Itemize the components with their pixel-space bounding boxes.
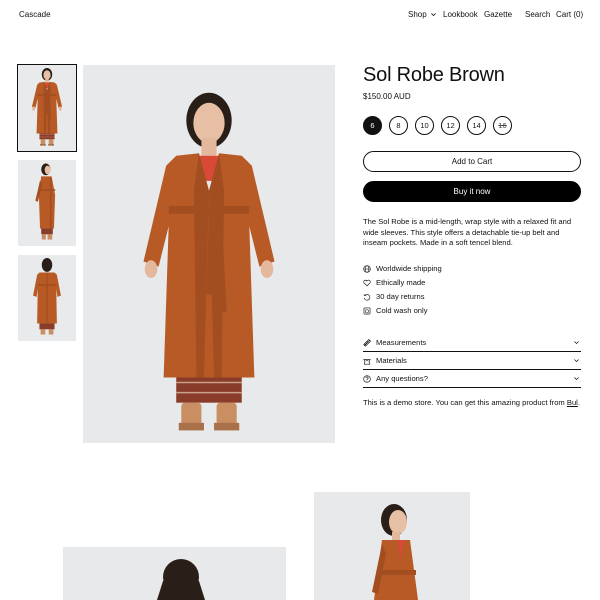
size-option-14[interactable]: 14 [467, 116, 486, 135]
nav-search[interactable]: Search [525, 10, 550, 19]
nav-shop[interactable]: Shop [408, 10, 437, 19]
accordion-label: Any questions? [376, 374, 428, 383]
chevron-down-icon [574, 359, 579, 363]
thumbnail-back[interactable] [18, 255, 76, 341]
product-photo-side [18, 160, 76, 246]
lookbook-image-side[interactable] [314, 492, 470, 600]
product-description: The Sol Robe is a mid-length, wrap style… [363, 217, 572, 247]
product-photo-back [18, 255, 76, 341]
nav-gazette[interactable]: Gazette [484, 10, 512, 19]
heart-icon [363, 279, 371, 286]
nav-shop-label: Shop [408, 10, 427, 19]
feature-ethically-made: Ethically made [363, 278, 425, 287]
product-photo-front [18, 65, 76, 151]
lookbook-image-back[interactable] [63, 547, 286, 600]
accordion-questions[interactable]: Any questions? [363, 370, 581, 388]
accordion-measurements[interactable]: Measurements [363, 334, 581, 352]
size-option-10[interactable]: 10 [415, 116, 434, 135]
demo-text: This is a demo store. You can get this a… [363, 398, 567, 407]
feature-label: 30 day returns [376, 292, 425, 301]
chevron-down-icon [574, 377, 579, 381]
feature-label: Cold wash only [376, 306, 428, 315]
thumbnail-front[interactable] [17, 64, 77, 152]
add-to-cart-button[interactable]: Add to Cart [363, 151, 581, 172]
buy-now-button[interactable]: Buy it now [363, 181, 581, 202]
size-option-12[interactable]: 12 [441, 116, 460, 135]
product-photo-main [83, 65, 335, 443]
wash-icon [363, 307, 371, 314]
size-option-8[interactable]: 8 [389, 116, 408, 135]
feature-cold-wash: Cold wash only [363, 306, 428, 315]
nav-lookbook[interactable]: Lookbook [443, 10, 478, 19]
demo-store-notice: This is a demo store. You can get this a… [363, 398, 580, 407]
lookbook-photo-side [314, 492, 470, 600]
demo-end: . [577, 398, 580, 407]
accordion-label: Measurements [376, 338, 427, 347]
globe-icon [363, 264, 371, 273]
site-logo[interactable]: Cascade [19, 10, 51, 19]
nav-cart[interactable]: Cart (0) [556, 10, 583, 19]
ruler-icon [363, 338, 371, 347]
lookbook-photo-back [63, 547, 286, 600]
size-selector: 6 8 10 12 14 16 [363, 116, 512, 135]
accordion-label: Materials [376, 356, 407, 365]
product-title: Sol Robe Brown [363, 64, 505, 86]
feature-returns: 30 day returns [363, 292, 425, 301]
site-header: Cascade Shop Lookbook Gazette Search Car… [0, 0, 600, 30]
return-icon [363, 293, 371, 301]
size-option-16-sold-out[interactable]: 16 [493, 116, 512, 135]
thumbnail-side[interactable] [18, 160, 76, 246]
accordion-materials[interactable]: Materials [363, 352, 581, 370]
feature-worldwide-shipping: Worldwide shipping [363, 264, 442, 273]
size-option-6[interactable]: 6 [363, 116, 382, 135]
chevron-down-icon [430, 13, 436, 17]
bul-link[interactable]: Bul [567, 398, 578, 407]
feature-label: Worldwide shipping [376, 264, 442, 273]
chevron-down-icon [574, 341, 579, 345]
question-icon [363, 374, 371, 383]
hanger-icon [363, 358, 371, 365]
product-main-image[interactable] [83, 65, 335, 443]
feature-label: Ethically made [376, 278, 426, 287]
product-price: $150.00 AUD [363, 92, 411, 101]
